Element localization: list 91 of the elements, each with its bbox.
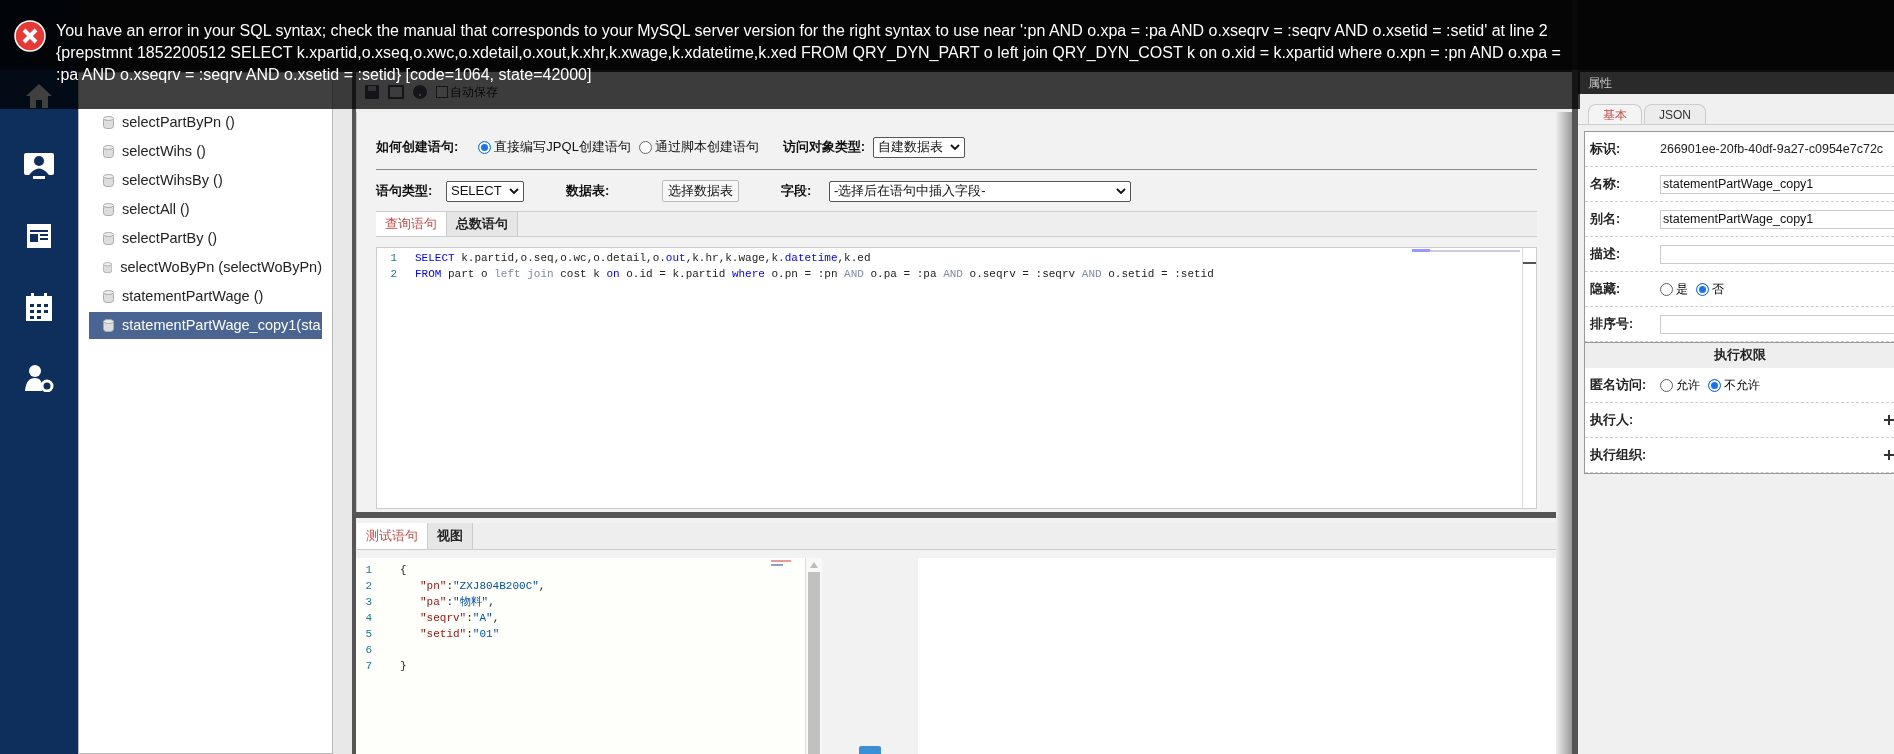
radio-button[interactable] bbox=[638, 140, 652, 154]
field-label: 别名: bbox=[1590, 210, 1622, 228]
calendar-icon[interactable] bbox=[25, 292, 53, 322]
minimap[interactable] bbox=[1412, 249, 1522, 253]
tree-item[interactable]: selectAll () bbox=[89, 196, 322, 223]
code-line: "setid":"01" bbox=[419, 626, 500, 642]
field-label: 执行人: bbox=[1590, 411, 1635, 429]
radio-label[interactable]: 直接编写JPQL创建语句 bbox=[494, 137, 631, 157]
database-icon bbox=[103, 231, 114, 246]
field-label: 字段: bbox=[781, 182, 813, 201]
radio-label[interactable]: 是 bbox=[1676, 280, 1688, 298]
database-icon bbox=[103, 289, 114, 304]
radio-label[interactable]: 不允许 bbox=[1724, 376, 1760, 394]
user-monitor-icon[interactable] bbox=[23, 152, 55, 180]
database-icon bbox=[103, 260, 113, 275]
field-label: 语句类型: bbox=[376, 182, 434, 201]
dropdown[interactable]: 自建数据表 bbox=[873, 136, 966, 158]
line-number: 4 bbox=[364, 610, 373, 626]
error-icon bbox=[14, 20, 46, 52]
error-message: You have an error in your SQL syntax; check the manual that corresponds to your MySQL server version for the right syntax to use near ':pn AND o.xpa = :pa AND o.xseqrv = :seqrv AND o.xsetid = :setid' at line 2 {prepstmnt 1852200512 SELECT k.xpartid,o.xseq,o.xwc,o.xdetail,o.xout,k.xhr,k.xwage,k.xdatetime,k.xed FROM QRY_DYN_PART o left join QRY_DYN_COST k on o.xid = k.xpartid where o.xpn = :pn AND o.xpa = :pa AND o.xseqrv = :seqrv AND o.xsetid = :setid} [code=1064, state=42000] bbox=[56, 21, 1562, 85]
field-label: 名称: bbox=[1590, 175, 1622, 193]
radio-label[interactable]: 通过脚本创建语句 bbox=[654, 137, 759, 157]
field-value: 266901ee-20fb-40df-9a27-c0954e7c72c bbox=[1660, 140, 1884, 158]
tab[interactable]: 测试语句 bbox=[357, 523, 428, 549]
select-table-button[interactable]: 选择数据表 bbox=[662, 180, 739, 202]
code-line: FROM part o left join cost k on o.id = k.partid where o.pn = :pn AND o.pa = :pa AND o.seqrv = :seqrv AND o.setid = :setid bbox=[414, 266, 1214, 282]
tab[interactable]: 基本 bbox=[1588, 104, 1642, 124]
database-icon bbox=[103, 318, 114, 333]
field-label: 执行组织: bbox=[1590, 446, 1648, 464]
toggle-button[interactable] bbox=[859, 746, 881, 754]
user-settings-icon[interactable] bbox=[24, 364, 54, 392]
tab[interactable]: 视图 bbox=[428, 523, 473, 549]
scrollbar-thumb[interactable] bbox=[808, 572, 820, 754]
tree-item[interactable]: statementPartWage_copy1(sta bbox=[89, 312, 322, 339]
radio-label[interactable]: 允许 bbox=[1676, 376, 1700, 394]
text-field[interactable] bbox=[1660, 314, 1894, 334]
line-number: 2 bbox=[364, 578, 373, 594]
code-line: "pa":"物料", bbox=[419, 594, 495, 610]
radio-button[interactable] bbox=[1696, 282, 1709, 296]
field-label: 隐藏: bbox=[1590, 280, 1622, 298]
line-number: 6 bbox=[364, 642, 373, 658]
code-line: } bbox=[399, 658, 407, 674]
field-label: 排序号: bbox=[1590, 315, 1635, 333]
line-number: 1 bbox=[389, 250, 398, 266]
tree-item[interactable]: selectWoByPn (selectWoByPn) bbox=[89, 254, 322, 281]
dropdown[interactable]: -选择后在语句中插入字段- bbox=[829, 180, 1131, 202]
field-label: 数据表: bbox=[566, 182, 611, 201]
field-label: 访问对象类型: bbox=[782, 138, 866, 157]
text-field[interactable]: statementPartWage_copy1 bbox=[1660, 209, 1894, 229]
radio-button[interactable] bbox=[1660, 378, 1673, 392]
database-icon bbox=[103, 144, 114, 159]
caret-icon bbox=[950, 144, 961, 150]
tree-item[interactable]: statementPartWage () bbox=[89, 283, 322, 310]
add-icon[interactable] bbox=[1884, 415, 1894, 425]
text-field[interactable] bbox=[1660, 244, 1894, 264]
code-line: { bbox=[399, 562, 407, 578]
line-number: 1 bbox=[364, 562, 373, 578]
line-number: 7 bbox=[364, 658, 373, 674]
line-number: 5 bbox=[364, 626, 373, 642]
panel-title: 属性 bbox=[1588, 75, 1612, 92]
code-line: SELECT k.partid,o.seq,o.wc,o.detail,o.out,k.hr,k.wage,k.datetime,k.ed bbox=[414, 250, 871, 266]
tab[interactable]: 总数语句 bbox=[447, 212, 518, 236]
field-label: 如何创建语句: bbox=[376, 138, 459, 157]
database-icon bbox=[103, 202, 114, 217]
database-icon bbox=[103, 173, 114, 188]
radio-button[interactable] bbox=[478, 140, 492, 154]
tree-item[interactable]: selectWihs () bbox=[89, 138, 322, 165]
tree-item[interactable]: selectWihsBy () bbox=[89, 167, 322, 194]
line-number: 2 bbox=[389, 266, 398, 282]
tree-item[interactable]: selectPartBy () bbox=[89, 225, 322, 252]
minimap[interactable] bbox=[771, 560, 791, 568]
text-field[interactable]: statementPartWage_copy1 bbox=[1660, 174, 1894, 194]
field-label: 匿名访问: bbox=[1590, 376, 1648, 394]
code-line: "pn":"ZXJ804B200C", bbox=[419, 578, 546, 594]
radio-button[interactable] bbox=[1660, 282, 1673, 296]
tree-item[interactable]: selectPartByPn () bbox=[89, 109, 322, 136]
section-title: 执行权限 bbox=[1713, 347, 1766, 365]
add-icon[interactable] bbox=[1884, 450, 1894, 460]
code-line: "seqrv":"A", bbox=[419, 610, 500, 626]
radio-button[interactable] bbox=[1708, 378, 1721, 392]
tab[interactable]: JSON bbox=[1644, 104, 1706, 124]
newspaper-icon[interactable] bbox=[25, 222, 53, 250]
caret-icon bbox=[1116, 188, 1126, 194]
field-label: 标识: bbox=[1590, 140, 1622, 158]
field-label: 描述: bbox=[1590, 245, 1622, 263]
line-number: 3 bbox=[364, 594, 373, 610]
dropdown[interactable]: SELECT bbox=[446, 180, 524, 202]
caret-icon bbox=[509, 188, 519, 194]
radio-label[interactable]: 否 bbox=[1712, 280, 1724, 298]
database-icon bbox=[103, 115, 114, 130]
tab[interactable]: 查询语句 bbox=[376, 212, 447, 236]
